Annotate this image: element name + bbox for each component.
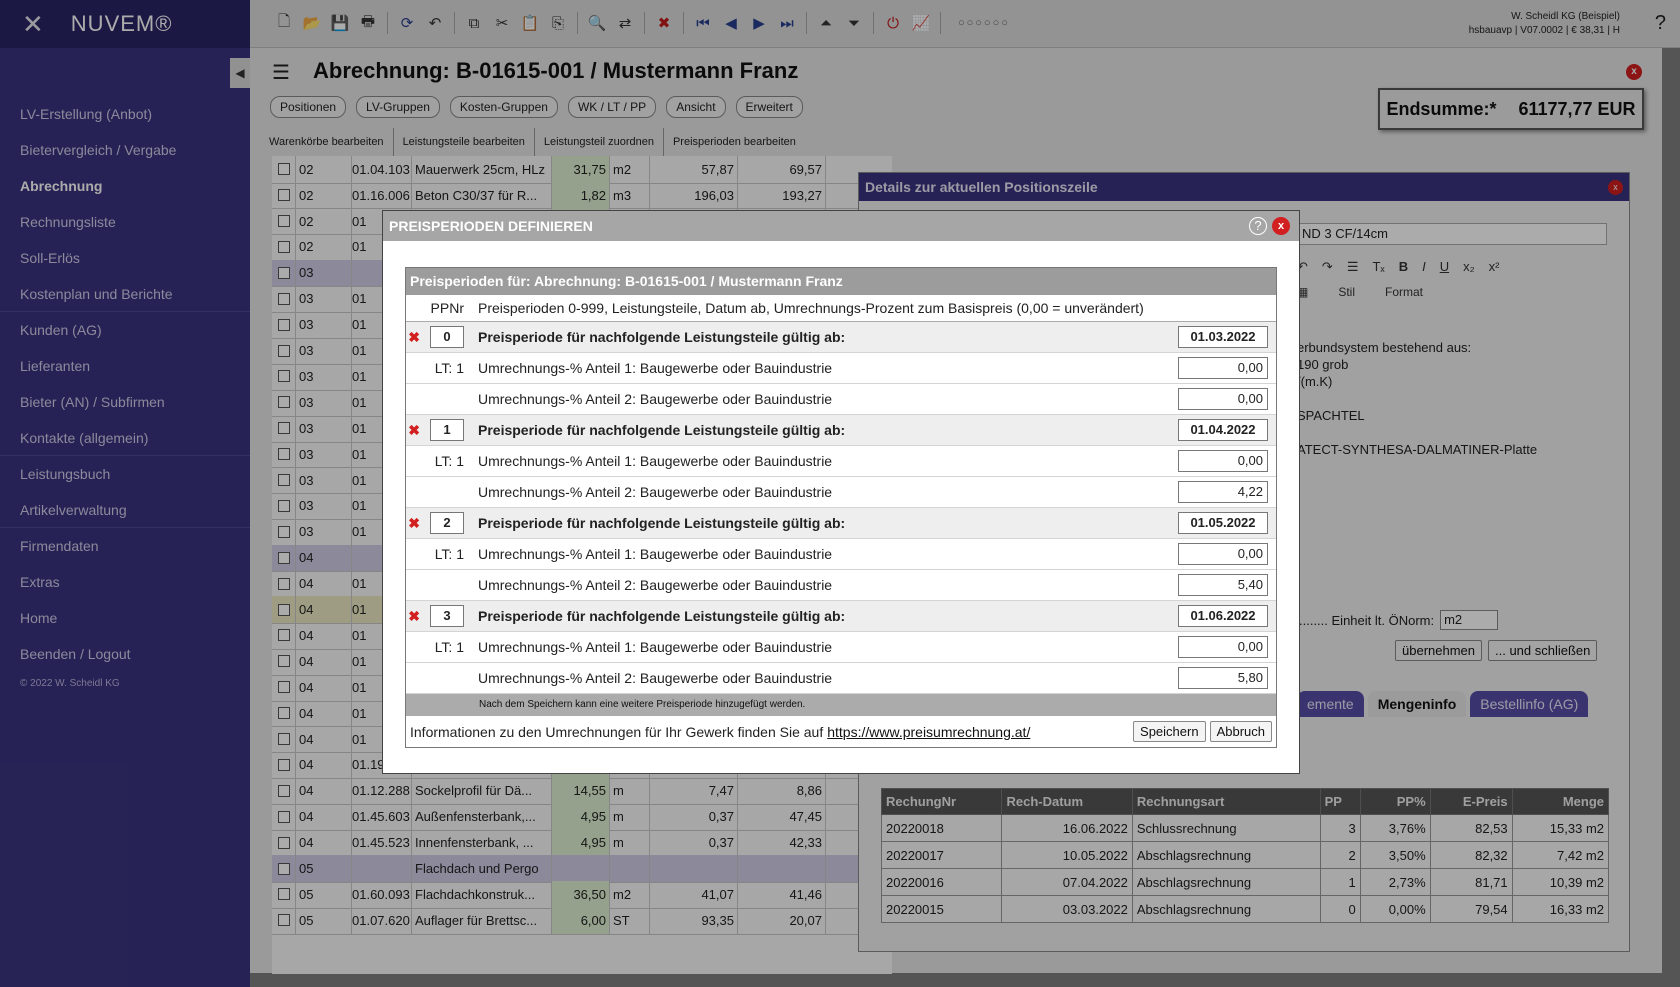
delete-period-icon[interactable]: ✖ — [408, 515, 420, 532]
anteil2-label: Umrechnungs-% Anteil 2: Baugewerbe oder … — [478, 670, 833, 686]
cancel-button[interactable]: Abbruch — [1209, 721, 1272, 742]
preisperioden-dialog: PREISPERIODEN DEFINIEREN ? x Preisperiod… — [382, 210, 1300, 774]
period-number-input[interactable]: 1 — [430, 419, 464, 441]
anteil1-row: LT: 1 Umrechnungs-% Anteil 1: Baugewerbe … — [406, 632, 1276, 663]
close-icon[interactable]: x — [1272, 217, 1290, 235]
period-number-input[interactable]: 0 — [430, 326, 464, 348]
anteil2-row: Umrechnungs-% Anteil 2: Baugewerbe oder … — [406, 384, 1276, 415]
anteil2-label: Umrechnungs-% Anteil 2: Baugewerbe oder … — [478, 391, 833, 407]
save-note: Nach dem Speichern kann eine weitere Pre… — [406, 694, 1276, 716]
anteil1-row: LT: 1 Umrechnungs-% Anteil 1: Baugewerbe … — [406, 446, 1276, 477]
anteil2-input[interactable]: 5,80 — [1178, 667, 1268, 689]
anteil1-input[interactable]: 0,00 — [1178, 357, 1268, 379]
anteil2-input[interactable]: 5,40 — [1178, 574, 1268, 596]
period-date-input[interactable]: 01.06.2022 — [1178, 605, 1268, 627]
form-title: Preisperioden für: Abrechnung: B-01615-0… — [406, 268, 1276, 295]
period-row: ✖ 2 Preisperiode für nachfolgende Leistung… — [406, 508, 1276, 539]
lt-label: LT: 1 — [434, 453, 464, 469]
dialog-title: PREISPERIODEN DEFINIEREN — [383, 211, 1299, 241]
help-icon[interactable]: ? — [1249, 217, 1267, 235]
column-header-row: PPNr Preisperioden 0-999, Leistungsteile… — [406, 295, 1276, 322]
period-row: ✖ 3 Preisperiode für nachfolgende Leistung… — [406, 601, 1276, 632]
period-number-input[interactable]: 2 — [430, 512, 464, 534]
period-label: Preisperiode für nachfolgende Leistungst… — [478, 329, 846, 345]
lt-label: LT: 1 — [434, 546, 464, 562]
delete-period-icon[interactable]: ✖ — [408, 422, 420, 439]
anteil1-row: LT: 1 Umrechnungs-% Anteil 1: Baugewerbe … — [406, 539, 1276, 570]
anteil2-label: Umrechnungs-% Anteil 2: Baugewerbe oder … — [478, 484, 833, 500]
anteil1-input[interactable]: 0,00 — [1178, 636, 1268, 658]
period-row: ✖ 1 Preisperiode für nachfolgende Leistung… — [406, 415, 1276, 446]
periods-list: ✖ 0 Preisperiode für nachfolgende Leistung… — [406, 322, 1276, 694]
period-number-input[interactable]: 3 — [430, 605, 464, 627]
delete-period-icon[interactable]: ✖ — [408, 329, 420, 346]
lt-label: LT: 1 — [434, 639, 464, 655]
lt-label: LT: 1 — [434, 360, 464, 376]
anteil2-row: Umrechnungs-% Anteil 2: Baugewerbe oder … — [406, 570, 1276, 601]
anteil2-label: Umrechnungs-% Anteil 2: Baugewerbe oder … — [478, 577, 833, 593]
period-date-input[interactable]: 01.04.2022 — [1178, 419, 1268, 441]
preisumrechnung-link[interactable]: https://www.preisumrechnung.at/ — [827, 724, 1030, 740]
anteil1-row: LT: 1 Umrechnungs-% Anteil 1: Baugewerbe … — [406, 353, 1276, 384]
anteil2-input[interactable]: 4,22 — [1178, 481, 1268, 503]
anteil2-input[interactable]: 0,00 — [1178, 388, 1268, 410]
anteil2-row: Umrechnungs-% Anteil 2: Baugewerbe oder … — [406, 663, 1276, 694]
anteil1-label: Umrechnungs-% Anteil 1: Baugewerbe oder … — [478, 360, 833, 376]
anteil1-label: Umrechnungs-% Anteil 1: Baugewerbe oder … — [478, 453, 833, 469]
anteil1-label: Umrechnungs-% Anteil 1: Baugewerbe oder … — [478, 639, 833, 655]
anteil1-input[interactable]: 0,00 — [1178, 450, 1268, 472]
period-date-input[interactable]: 01.03.2022 — [1178, 326, 1268, 348]
period-label: Preisperiode für nachfolgende Leistungst… — [478, 608, 846, 624]
anteil1-label: Umrechnungs-% Anteil 1: Baugewerbe oder … — [478, 546, 833, 562]
period-row: ✖ 0 Preisperiode für nachfolgende Leistung… — [406, 322, 1276, 353]
preisperioden-form: Preisperioden für: Abrechnung: B-01615-0… — [405, 267, 1277, 748]
save-button[interactable]: Speichern — [1133, 721, 1206, 742]
anteil2-row: Umrechnungs-% Anteil 2: Baugewerbe oder … — [406, 477, 1276, 508]
anteil1-input[interactable]: 0,00 — [1178, 543, 1268, 565]
col-description: Preisperioden 0-999, Leistungsteile, Dat… — [478, 300, 1144, 316]
info-text: Informationen zu den Umrechnungen für Ih… — [410, 723, 824, 740]
delete-period-icon[interactable]: ✖ — [408, 608, 420, 625]
period-label: Preisperiode für nachfolgende Leistungst… — [478, 515, 846, 531]
dialog-footer: Informationen zu den Umrechnungen für Ih… — [406, 716, 1276, 747]
period-date-input[interactable]: 01.05.2022 — [1178, 512, 1268, 534]
period-label: Preisperiode für nachfolgende Leistungst… — [478, 422, 846, 438]
col-ppnr: PPNr — [430, 300, 464, 316]
